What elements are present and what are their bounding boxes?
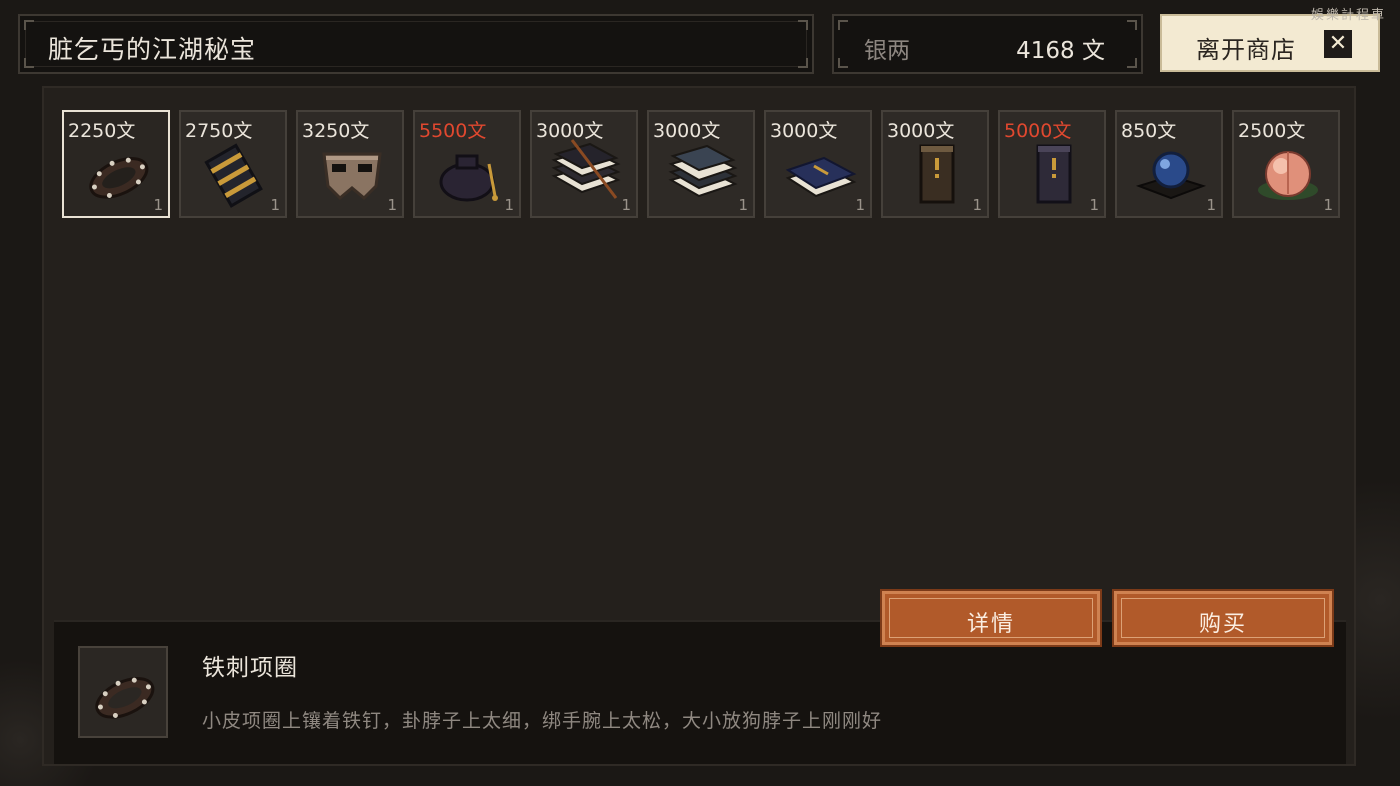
- spiked-collar-icon: [89, 157, 149, 199]
- crystal-orb-icon: [1135, 151, 1207, 200]
- book-stack-icon: [668, 144, 738, 198]
- dark-scroll-icon: [1036, 144, 1072, 204]
- item-slot[interactable]: 3000文 1: [764, 110, 872, 218]
- item-grid: 2250文 1 2750文 1 3250文 1 5500文 1 3000文 1 …: [62, 110, 1340, 218]
- book-stack-brush-icon: [551, 139, 621, 199]
- details-button[interactable]: 详情: [880, 589, 1102, 647]
- item-price: 5000文: [1004, 120, 1072, 142]
- item-slot[interactable]: 2750文 1: [179, 110, 287, 218]
- item-quantity: 1: [738, 196, 748, 214]
- item-slot[interactable]: 2500文 1: [1232, 110, 1340, 218]
- money-label: 银两: [864, 38, 910, 64]
- item-quantity: 1: [855, 196, 865, 214]
- item-quantity: 1: [1206, 196, 1216, 214]
- item-quantity: 1: [504, 196, 514, 214]
- item-quantity: 1: [387, 196, 397, 214]
- item-slot[interactable]: 850文 1: [1115, 110, 1223, 218]
- item-price: 5500文: [419, 120, 487, 142]
- item-quantity: 1: [972, 196, 982, 214]
- item-price: 3250文: [302, 120, 370, 142]
- item-quantity: 1: [270, 196, 280, 214]
- peach-icon: [1258, 151, 1318, 200]
- item-price: 3000文: [653, 120, 721, 142]
- money-value: 4168 文: [1016, 38, 1105, 64]
- item-slot[interactable]: 3250文 1: [296, 110, 404, 218]
- item-preview: [78, 646, 168, 738]
- item-description: 小皮项圈上镶着铁钉，卦脖子上太细，绑手腕上太松，大小放狗脖子上刚刚好: [202, 710, 883, 732]
- spiked-collar-icon: [95, 677, 155, 719]
- money-display: 银两 4168 文: [832, 14, 1143, 74]
- shop-title: 脏乞丐的江湖秘宝: [48, 35, 257, 64]
- item-slot[interactable]: 3000文 1: [530, 110, 638, 218]
- item-price: 2500文: [1238, 120, 1306, 142]
- details-label: 详情: [966, 612, 1015, 637]
- item-slot[interactable]: 5000文 1: [998, 110, 1106, 218]
- item-name: 铁刺项圈: [202, 655, 298, 681]
- item-quantity: 1: [621, 196, 631, 214]
- shop-title-bar: 脏乞丐的江湖秘宝: [18, 14, 814, 74]
- item-price: 3000文: [887, 120, 955, 142]
- item-price: 2750文: [185, 120, 253, 142]
- item-slot[interactable]: 3000文 1: [647, 110, 755, 218]
- item-slot[interactable]: 5500文 1: [413, 110, 521, 218]
- item-quantity: 1: [1089, 196, 1099, 214]
- watermark: 娛樂計程車: [1310, 8, 1386, 23]
- item-quantity: 1: [1323, 196, 1333, 214]
- item-quantity: 1: [153, 196, 163, 214]
- buy-button[interactable]: 购买: [1112, 589, 1334, 647]
- item-slot[interactable]: 3000文 1: [881, 110, 989, 218]
- item-price: 3000文: [770, 120, 838, 142]
- buy-label: 购买: [1198, 612, 1247, 637]
- item-slot[interactable]: 2250文 1: [62, 110, 170, 218]
- pouch-icon: [439, 154, 498, 202]
- close-icon[interactable]: ✕: [1324, 30, 1352, 58]
- scroll-icon: [919, 144, 955, 204]
- item-price: 850文: [1121, 120, 1177, 142]
- item-price: 3000文: [536, 120, 604, 142]
- mask-icon: [322, 152, 382, 201]
- bracer-icon: [204, 143, 263, 208]
- leave-shop-label: 离开商店: [1196, 36, 1296, 64]
- blue-book-icon: [785, 156, 857, 198]
- item-price: 2250文: [68, 120, 136, 142]
